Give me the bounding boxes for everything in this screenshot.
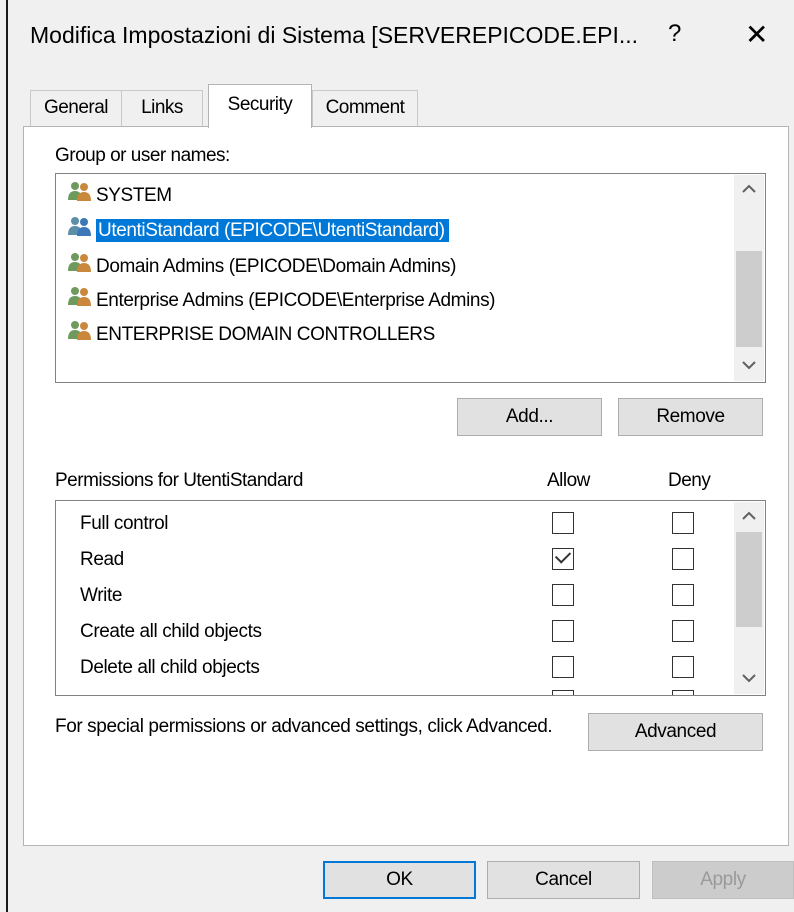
advanced-hint-text: For special permissions or advanced sett…	[55, 716, 553, 737]
ok-button[interactable]: OK	[323, 861, 476, 899]
deny-full-control-checkbox[interactable]	[672, 512, 694, 534]
group-user-list[interactable]: SYSTEM UtentiStandard (EPICODE\UtentiSta…	[55, 173, 766, 383]
permissions-header: Permissions for UtentiStandard	[55, 470, 303, 491]
dialog-title: Modifica Impostazioni di Sistema [SERVER…	[30, 22, 639, 48]
deny-delete-child-checkbox[interactable]	[672, 656, 694, 678]
chevron-down-icon[interactable]	[734, 351, 764, 381]
permission-name: Delete all child objects	[80, 657, 260, 678]
deny-create-child-checkbox[interactable]	[672, 620, 694, 642]
chevron-up-icon[interactable]	[734, 175, 764, 205]
list-item[interactable]: SYSTEM	[66, 180, 172, 210]
allow-write-checkbox[interactable]	[552, 584, 574, 606]
allow-delete-child-checkbox[interactable]	[552, 656, 574, 678]
deny-write-checkbox[interactable]	[672, 584, 694, 606]
permission-name: Write	[80, 585, 122, 606]
allow-read-checkbox[interactable]	[552, 547, 574, 570]
deny-read-checkbox[interactable]	[672, 548, 694, 570]
allow-create-child-checkbox[interactable]	[552, 620, 574, 642]
allow-full-control-checkbox[interactable]	[552, 512, 574, 534]
add-button[interactable]: Add...	[457, 398, 602, 436]
list-item[interactable]: Domain Admins (EPICODE\Domain Admins)	[66, 251, 456, 281]
tab-links[interactable]: Links	[121, 90, 203, 126]
users-icon	[66, 319, 96, 351]
scroll-thumb[interactable]	[736, 532, 762, 627]
apply-button[interactable]: Apply	[652, 861, 794, 899]
help-button[interactable]: ?	[668, 20, 681, 48]
chevron-up-icon[interactable]	[734, 502, 764, 532]
list-item-selected[interactable]: UtentiStandard (EPICODE\UtentiStandard)	[66, 215, 731, 245]
deny-next-checkbox[interactable]	[672, 690, 694, 695]
allow-next-checkbox[interactable]	[552, 690, 574, 695]
scroll-thumb[interactable]	[736, 251, 762, 347]
allow-column-header: Allow	[547, 470, 590, 491]
close-button[interactable]: ✕	[745, 18, 768, 51]
group-list-scrollbar[interactable]	[734, 175, 764, 381]
users-icon	[66, 251, 96, 283]
permission-name: Create all child objects	[80, 621, 262, 642]
advanced-button[interactable]: Advanced	[588, 713, 763, 751]
users-icon	[66, 215, 96, 247]
permissions-scrollbar[interactable]	[734, 502, 764, 694]
remove-button[interactable]: Remove	[618, 398, 763, 436]
permission-name: Read	[80, 549, 124, 570]
tab-general[interactable]: General	[30, 90, 122, 126]
deny-column-header: Deny	[668, 470, 711, 491]
tab-security[interactable]: Security	[208, 84, 312, 128]
permissions-list[interactable]: Full control Read Write Create all child…	[55, 500, 766, 696]
chevron-down-icon[interactable]	[734, 664, 764, 694]
cancel-button[interactable]: Cancel	[487, 861, 640, 899]
users-icon	[66, 285, 96, 317]
list-item[interactable]: ENTERPRISE DOMAIN CONTROLLERS	[66, 319, 435, 349]
group-names-label: Group or user names:	[55, 145, 230, 166]
check-icon	[554, 547, 572, 564]
list-item[interactable]: Enterprise Admins (EPICODE\Enterprise Ad…	[66, 285, 495, 315]
window-edge	[6, 0, 8, 912]
permission-name: Full control	[80, 513, 169, 534]
users-icon	[66, 180, 96, 212]
tab-comment[interactable]: Comment	[312, 90, 418, 126]
